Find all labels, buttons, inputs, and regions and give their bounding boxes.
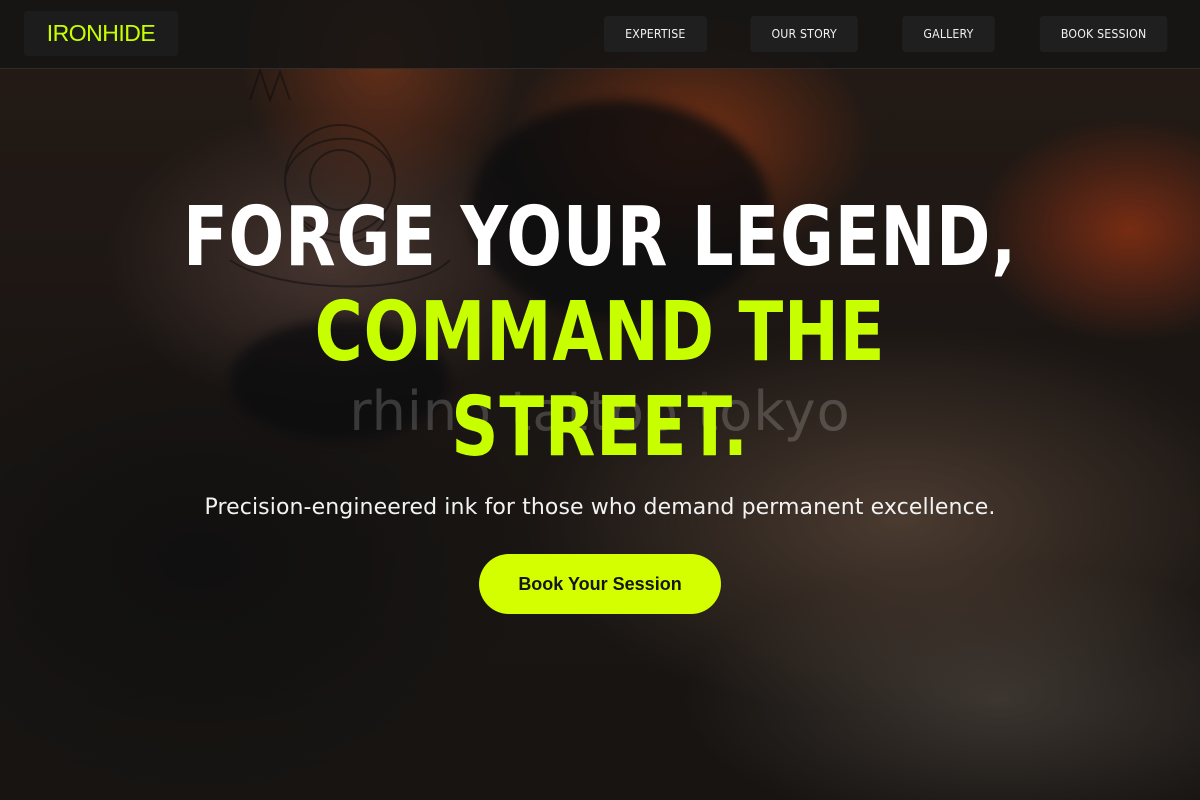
hero-headline: FORGE YOUR LEGEND, COMMAND THE STREET.: [120, 190, 1080, 475]
headline-line-2: COMMAND THE: [314, 285, 886, 380]
nav-links: EXPERTISE OUR STORY GALLERY BOOK SESSION: [597, 16, 1176, 52]
nav-link-book-session[interactable]: BOOK SESSION: [1039, 16, 1168, 52]
headline-line-3: STREET.: [451, 380, 749, 475]
hero-tagline: Precision-engineered ink for those who d…: [204, 495, 996, 520]
hero-section: FORGE YOUR LEGEND, COMMAND THE STREET. P…: [0, 190, 1200, 614]
book-session-button[interactable]: Book Your Session: [479, 554, 721, 614]
page: IRONHIDE EXPERTISE OUR STORY GALLERY BOO…: [0, 0, 1200, 800]
nav-link-expertise[interactable]: EXPERTISE: [603, 16, 707, 52]
nav-link-our-story[interactable]: OUR STORY: [750, 16, 859, 52]
nav-link-gallery[interactable]: GALLERY: [902, 16, 995, 52]
headline-line-1: FORGE YOUR LEGEND,: [182, 190, 1018, 285]
top-navigation-bar: IRONHIDE EXPERTISE OUR STORY GALLERY BOO…: [0, 0, 1200, 69]
brand-logo[interactable]: IRONHIDE: [24, 11, 178, 56]
